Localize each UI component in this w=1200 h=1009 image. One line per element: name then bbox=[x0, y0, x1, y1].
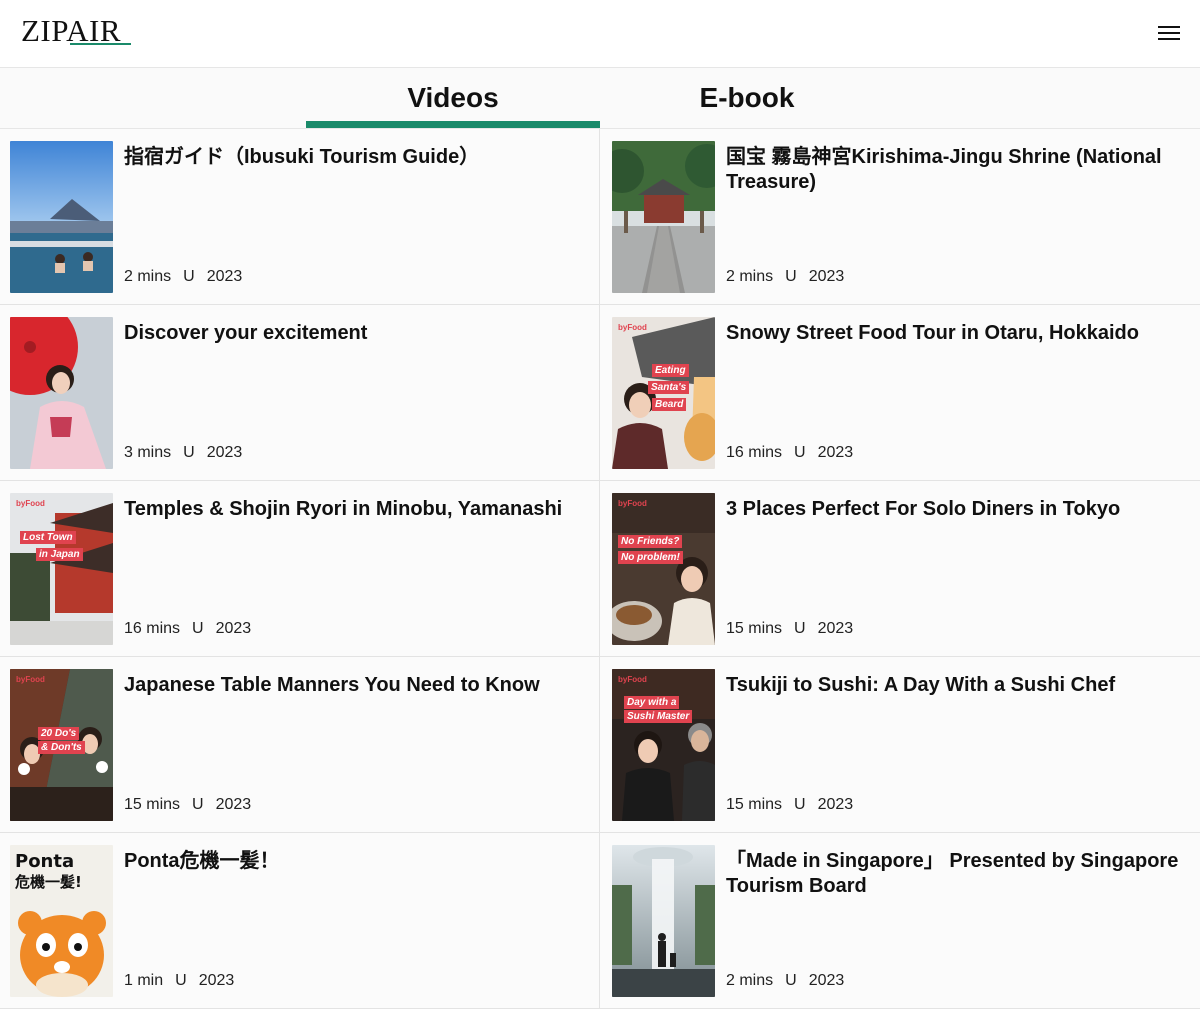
thumb-caption: in Japan bbox=[36, 548, 83, 561]
video-rating: U bbox=[794, 444, 806, 461]
thumb-caption: Eating bbox=[652, 364, 689, 377]
video-duration: 15 mins bbox=[726, 796, 783, 813]
video-year: 2023 bbox=[808, 268, 845, 285]
thumb-caption: No problem! bbox=[618, 551, 683, 564]
video-card[interactable]: 「Made in Singapore」 Presented by Singapo… bbox=[600, 833, 1200, 1009]
byfood-logo-text: byFood bbox=[16, 675, 45, 684]
video-thumbnail bbox=[10, 317, 113, 469]
video-thumbnail bbox=[612, 141, 715, 293]
video-duration: 3 mins bbox=[124, 444, 172, 461]
video-duration: 15 mins bbox=[726, 620, 783, 637]
thumb-caption: Sushi Master bbox=[624, 710, 693, 723]
video-rating: U bbox=[183, 268, 195, 285]
thumb-caption: No Friends? bbox=[618, 535, 683, 548]
video-year: 2023 bbox=[215, 796, 252, 813]
byfood-logo-text: byFood bbox=[618, 323, 647, 332]
video-duration: 15 mins bbox=[124, 796, 181, 813]
video-duration: 16 mins bbox=[124, 620, 181, 637]
video-meta: 2 mins U 2023 bbox=[726, 268, 844, 286]
video-card[interactable]: byFood Day with a Sushi Master Tsukiji t… bbox=[600, 657, 1200, 833]
video-meta: 15 mins U 2023 bbox=[726, 620, 853, 638]
video-duration: 2 mins bbox=[726, 268, 774, 285]
video-thumbnail: byFood Eating Santa's Beard bbox=[612, 317, 715, 469]
video-meta: 15 mins U 2023 bbox=[726, 796, 853, 814]
video-meta: 2 mins U 2023 bbox=[726, 972, 844, 990]
video-title[interactable]: Japanese Table Manners You Need to Know bbox=[124, 673, 585, 698]
video-duration: 2 mins bbox=[124, 268, 172, 285]
logo-underline bbox=[70, 43, 131, 45]
site-header: ZIPAIR bbox=[0, 0, 1200, 68]
video-title[interactable]: 「Made in Singapore」 Presented by Singapo… bbox=[726, 849, 1186, 899]
video-rating: U bbox=[785, 268, 797, 285]
video-meta: 16 mins U 2023 bbox=[726, 444, 853, 462]
tab-videos[interactable]: Videos bbox=[306, 68, 600, 128]
thumb-caption: Beard bbox=[652, 398, 687, 411]
active-tab-indicator bbox=[306, 121, 600, 128]
video-card[interactable]: 国宝 霧島神宮Kirishima-Jingu Shrine (National … bbox=[600, 129, 1200, 305]
thumb-caption: Day with a bbox=[624, 696, 680, 709]
video-grid: 指宿ガイド（Ibusuki Tourism Guide） 2 mins U 2023… bbox=[0, 129, 1200, 1009]
video-rating: U bbox=[785, 972, 797, 989]
video-thumbnail bbox=[10, 141, 113, 293]
video-thumbnail bbox=[612, 845, 715, 997]
video-year: 2023 bbox=[215, 620, 252, 637]
thumb-caption: Santa's bbox=[648, 381, 690, 394]
video-card[interactable]: Discover your excitement 3 mins U 2023 bbox=[0, 305, 600, 481]
video-year: 2023 bbox=[206, 268, 243, 285]
thumb-caption: & Don'ts bbox=[38, 741, 85, 754]
video-meta: 2 mins U 2023 bbox=[124, 268, 242, 286]
video-meta: 3 mins U 2023 bbox=[124, 444, 242, 462]
video-duration: 2 mins bbox=[726, 972, 774, 989]
byfood-logo-text: byFood bbox=[618, 499, 647, 508]
video-duration: 1 min bbox=[124, 972, 164, 989]
video-meta: 15 mins U 2023 bbox=[124, 796, 251, 814]
video-title[interactable]: 指宿ガイド（Ibusuki Tourism Guide） bbox=[124, 145, 585, 170]
video-year: 2023 bbox=[817, 796, 854, 813]
video-title[interactable]: Temples & Shojin Ryori in Minobu, Yamana… bbox=[124, 497, 585, 522]
video-rating: U bbox=[794, 620, 806, 637]
video-meta: 1 min U 2023 bbox=[124, 972, 234, 990]
video-thumbnail: Ponta 危機一髪! bbox=[10, 845, 113, 997]
video-year: 2023 bbox=[808, 972, 845, 989]
video-year: 2023 bbox=[198, 972, 235, 989]
video-card[interactable]: byFood Eating Santa's Beard Snowy Street… bbox=[600, 305, 1200, 481]
video-year: 2023 bbox=[817, 444, 854, 461]
video-rating: U bbox=[192, 620, 204, 637]
hamburger-menu-icon[interactable] bbox=[1158, 24, 1180, 42]
video-year: 2023 bbox=[817, 620, 854, 637]
video-year: 2023 bbox=[206, 444, 243, 461]
video-rating: U bbox=[192, 796, 204, 813]
video-title[interactable]: Tsukiji to Sushi: A Day With a Sushi Che… bbox=[726, 673, 1186, 698]
video-card[interactable]: byFood Lost Town in Japan Temples & Shoj… bbox=[0, 481, 600, 657]
video-card[interactable]: byFood No Friends? No problem! 3 Places … bbox=[600, 481, 1200, 657]
byfood-logo-text: byFood bbox=[16, 499, 45, 508]
video-thumbnail: byFood Day with a Sushi Master bbox=[612, 669, 715, 821]
thumb-caption: 危機一髪! bbox=[15, 873, 82, 891]
video-card[interactable]: Ponta 危機一髪! Ponta危機一髪！ 1 min U 2023 bbox=[0, 833, 600, 1009]
video-thumbnail: byFood 20 Do's & Don'ts bbox=[10, 669, 113, 821]
video-title[interactable]: Ponta危機一髪！ bbox=[124, 849, 585, 874]
video-card[interactable]: byFood 20 Do's & Don'ts Japanese Table M… bbox=[0, 657, 600, 833]
tab-ebook[interactable]: E-book bbox=[600, 68, 894, 128]
byfood-logo-text: byFood bbox=[618, 675, 647, 684]
video-rating: U bbox=[794, 796, 806, 813]
content-tabs: Videos E-book bbox=[0, 68, 1200, 129]
video-card[interactable]: 指宿ガイド（Ibusuki Tourism Guide） 2 mins U 2023 bbox=[0, 129, 600, 305]
video-thumbnail: byFood Lost Town in Japan bbox=[10, 493, 113, 645]
video-title[interactable]: Discover your excitement bbox=[124, 321, 585, 346]
video-title[interactable]: 3 Places Perfect For Solo Diners in Toky… bbox=[726, 497, 1186, 522]
video-title[interactable]: Snowy Street Food Tour in Otaru, Hokkaid… bbox=[726, 321, 1186, 346]
thumb-caption: Lost Town bbox=[20, 531, 76, 544]
video-meta: 16 mins U 2023 bbox=[124, 620, 251, 638]
video-rating: U bbox=[183, 444, 195, 461]
thumb-caption: 20 Do's bbox=[38, 727, 80, 740]
video-duration: 16 mins bbox=[726, 444, 783, 461]
video-thumbnail: byFood No Friends? No problem! bbox=[612, 493, 715, 645]
video-title[interactable]: 国宝 霧島神宮Kirishima-Jingu Shrine (National … bbox=[726, 145, 1186, 195]
thumb-caption: Ponta bbox=[15, 851, 75, 872]
video-rating: U bbox=[175, 972, 187, 989]
